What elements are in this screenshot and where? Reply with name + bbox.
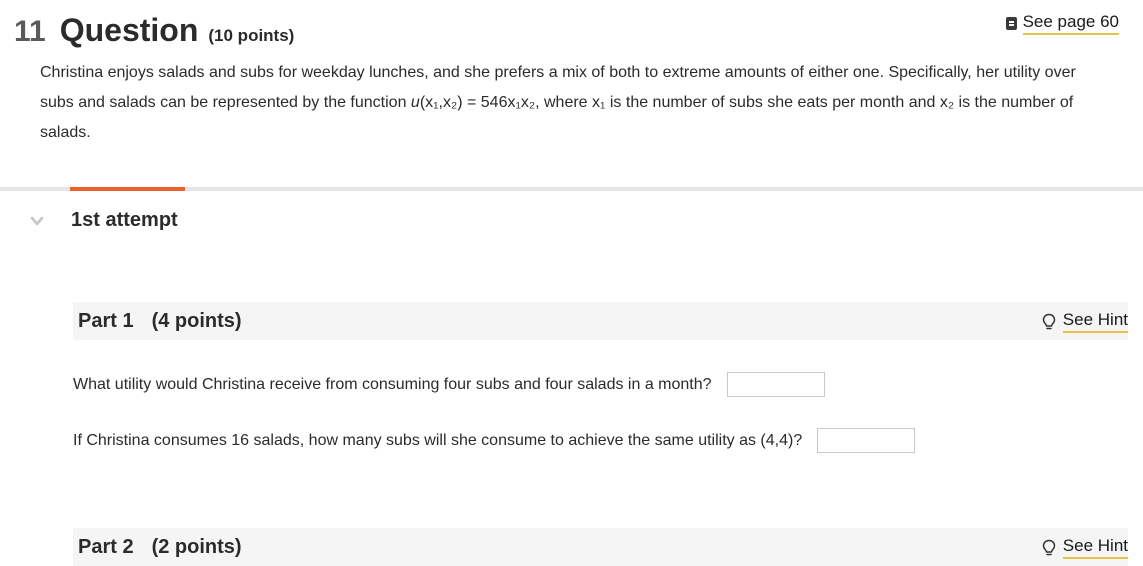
see-page-label: See page 60: [1022, 12, 1119, 35]
see-hint-label: See Hint: [1062, 536, 1128, 559]
prompt-line-1: Christina enjoys salads and subs for wee…: [40, 64, 1076, 81]
chevron-down-icon[interactable]: [30, 214, 44, 228]
prompt-text: is the number of subs she eats per month…: [605, 94, 940, 111]
prompt-line-2: subs and salads can be represented by th…: [40, 88, 1120, 118]
part-2-header: Part 2 (2 points) See Hint: [73, 528, 1128, 566]
part-1-header: Part 1 (4 points) See Hint: [73, 302, 1128, 340]
attempt-tab-indicator: [70, 187, 185, 191]
part-label: Part 2: [78, 535, 134, 558]
prompt-line-3: salads.: [40, 124, 91, 141]
part-points: (4 points): [151, 309, 242, 332]
utility-function-name: u: [410, 94, 420, 111]
prompt-text: subs and salads can be represented by th…: [40, 94, 411, 111]
question-text: If Christina consumes 16 salads, how man…: [73, 431, 803, 449]
variable-x1: x₁: [592, 94, 606, 111]
book-icon: [1005, 17, 1017, 30]
question-row: What utility would Christina receive fro…: [73, 372, 825, 397]
part-label: Part 1: [78, 309, 134, 332]
utility-function-args: (x₁,x₂): [419, 94, 463, 111]
question-points: (10 points): [208, 26, 295, 45]
see-hint-label: See Hint: [1062, 310, 1128, 333]
question-row: If Christina consumes 16 salads, how man…: [73, 428, 916, 453]
question-number: 11: [14, 15, 46, 48]
answer-input-utility[interactable]: [726, 372, 825, 397]
question-header: 11 Question (10 points): [14, 12, 294, 49]
prompt-text: = 546: [462, 94, 508, 111]
utility-function-vars: x₁x₂: [507, 94, 536, 111]
see-page-link[interactable]: See page 60: [1005, 12, 1119, 35]
answer-input-subs[interactable]: [817, 428, 916, 453]
prompt-text: , where: [535, 94, 593, 111]
part-points: (2 points): [151, 535, 242, 558]
variable-x2: x₂: [939, 94, 955, 111]
prompt-text: is the number of: [954, 94, 1074, 111]
question-text: What utility would Christina receive fro…: [73, 375, 712, 393]
see-hint-button[interactable]: See Hint: [1042, 536, 1128, 559]
lightbulb-icon: [1042, 539, 1056, 555]
see-hint-button[interactable]: See Hint: [1042, 310, 1128, 333]
question-title: Question: [59, 12, 199, 48]
attempt-title: 1st attempt: [71, 209, 178, 231]
question-prompt: Christina enjoys salads and subs for wee…: [40, 58, 1120, 148]
lightbulb-icon: [1042, 313, 1056, 329]
